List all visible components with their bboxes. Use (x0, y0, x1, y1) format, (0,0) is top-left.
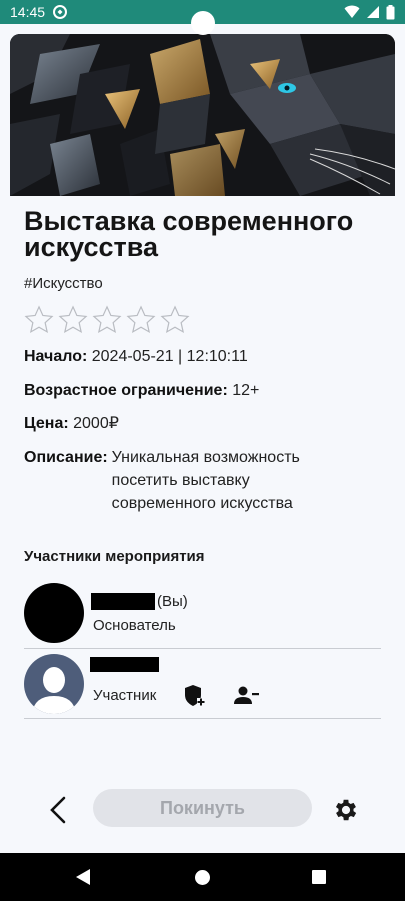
make-admin-icon[interactable] (184, 684, 206, 713)
system-navigation-bar (0, 853, 405, 901)
battery-icon (386, 4, 395, 20)
person-placeholder-icon (32, 667, 76, 714)
star-icon[interactable] (23, 304, 55, 336)
event-category-tag[interactable]: #Искусство (24, 275, 103, 292)
star-icon[interactable] (159, 304, 191, 336)
price-value: 2000₽ (73, 415, 119, 432)
you-label: (Вы) (157, 593, 188, 610)
settings-gear-icon[interactable] (332, 796, 360, 824)
status-time: 14:45 (10, 4, 46, 20)
participant-role: Участник (93, 687, 157, 704)
description-row: Описание: Уникальная возможность посетит… (24, 446, 352, 515)
remove-participant-icon[interactable] (234, 686, 260, 709)
start-row: Начало: 2024-05-21 | 12:10:11 (24, 345, 248, 368)
camera-cutout (191, 11, 215, 35)
nav-home-icon[interactable] (195, 870, 210, 885)
star-icon[interactable] (57, 304, 89, 336)
participant-role: Основатель (93, 617, 176, 634)
age-value: 12+ (232, 382, 260, 399)
description-label: Описание: (24, 449, 108, 466)
avatar (24, 583, 84, 643)
star-icon[interactable] (125, 304, 157, 336)
age-row: Возрастное ограничение: 12+ (24, 379, 259, 402)
signal-icon (366, 5, 380, 19)
age-label: Возрастное ограничение: (24, 382, 228, 399)
wifi-icon (344, 5, 360, 19)
divider (24, 648, 381, 649)
rating-stars[interactable] (23, 304, 191, 336)
description-value: Уникальная возможность посетить выставку… (111, 449, 300, 512)
star-icon[interactable] (91, 304, 123, 336)
participant-name-redacted (91, 593, 155, 610)
participants-title: Участники мероприятия (24, 548, 205, 565)
avatar (24, 654, 84, 714)
nav-recent-apps-icon[interactable] (312, 870, 326, 884)
price-label: Цена: (24, 415, 69, 432)
start-value: 2024-05-21 | 12:10:11 (91, 348, 248, 365)
notification-icon (53, 5, 68, 19)
participant-row-owner[interactable]: (Вы) Основатель (24, 583, 381, 645)
divider (24, 718, 381, 719)
event-cover-image (10, 34, 395, 196)
price-row: Цена: 2000₽ (24, 412, 119, 435)
nav-back-icon[interactable] (76, 869, 91, 890)
participant-name-redacted (90, 657, 159, 672)
back-button[interactable] (44, 794, 74, 826)
start-label: Начало: (24, 348, 88, 365)
leave-event-button[interactable]: Покинуть (93, 789, 312, 827)
event-title: Выставка современного искусства (24, 206, 354, 262)
participant-row-member[interactable]: Участник (24, 654, 381, 716)
